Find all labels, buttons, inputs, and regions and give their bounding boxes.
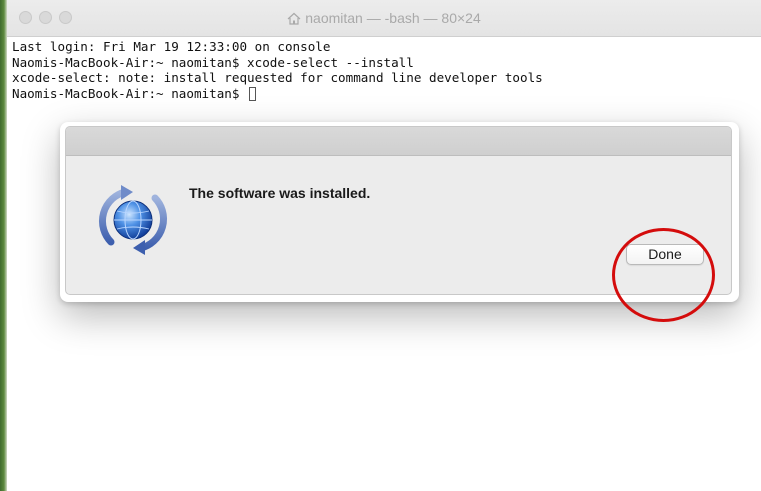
title-bar[interactable]: naomitan — -bash — 80×24: [7, 0, 761, 37]
done-button[interactable]: Done: [626, 244, 704, 265]
terminal-cursor: [249, 86, 257, 101]
terminal-prompt-line: Naomis-MacBook-Air:~ naomitan$: [12, 86, 755, 102]
install-complete-dialog: The software was installed. Done: [65, 126, 732, 295]
terminal-line: Last login: Fri Mar 19 12:33:00 on conso…: [12, 39, 331, 54]
window-title-text: naomitan — -bash — 80×24: [305, 10, 481, 26]
software-update-icon: [91, 182, 175, 263]
terminal-line: Naomis-MacBook-Air:~ naomitan$ xcode-sel…: [12, 54, 414, 70]
terminal-output[interactable]: Last login: Fri Mar 19 12:33:00 on conso…: [12, 39, 755, 101]
terminal-line: xcode-select: note: install requested fo…: [12, 70, 543, 85]
home-icon: [287, 12, 301, 28]
terminal-prompt: Naomis-MacBook-Air:~ naomitan$: [12, 85, 248, 101]
dialog-message: The software was installed.: [189, 185, 371, 201]
window-title: naomitan — -bash — 80×24: [7, 10, 761, 28]
dialog-header: [66, 127, 731, 156]
